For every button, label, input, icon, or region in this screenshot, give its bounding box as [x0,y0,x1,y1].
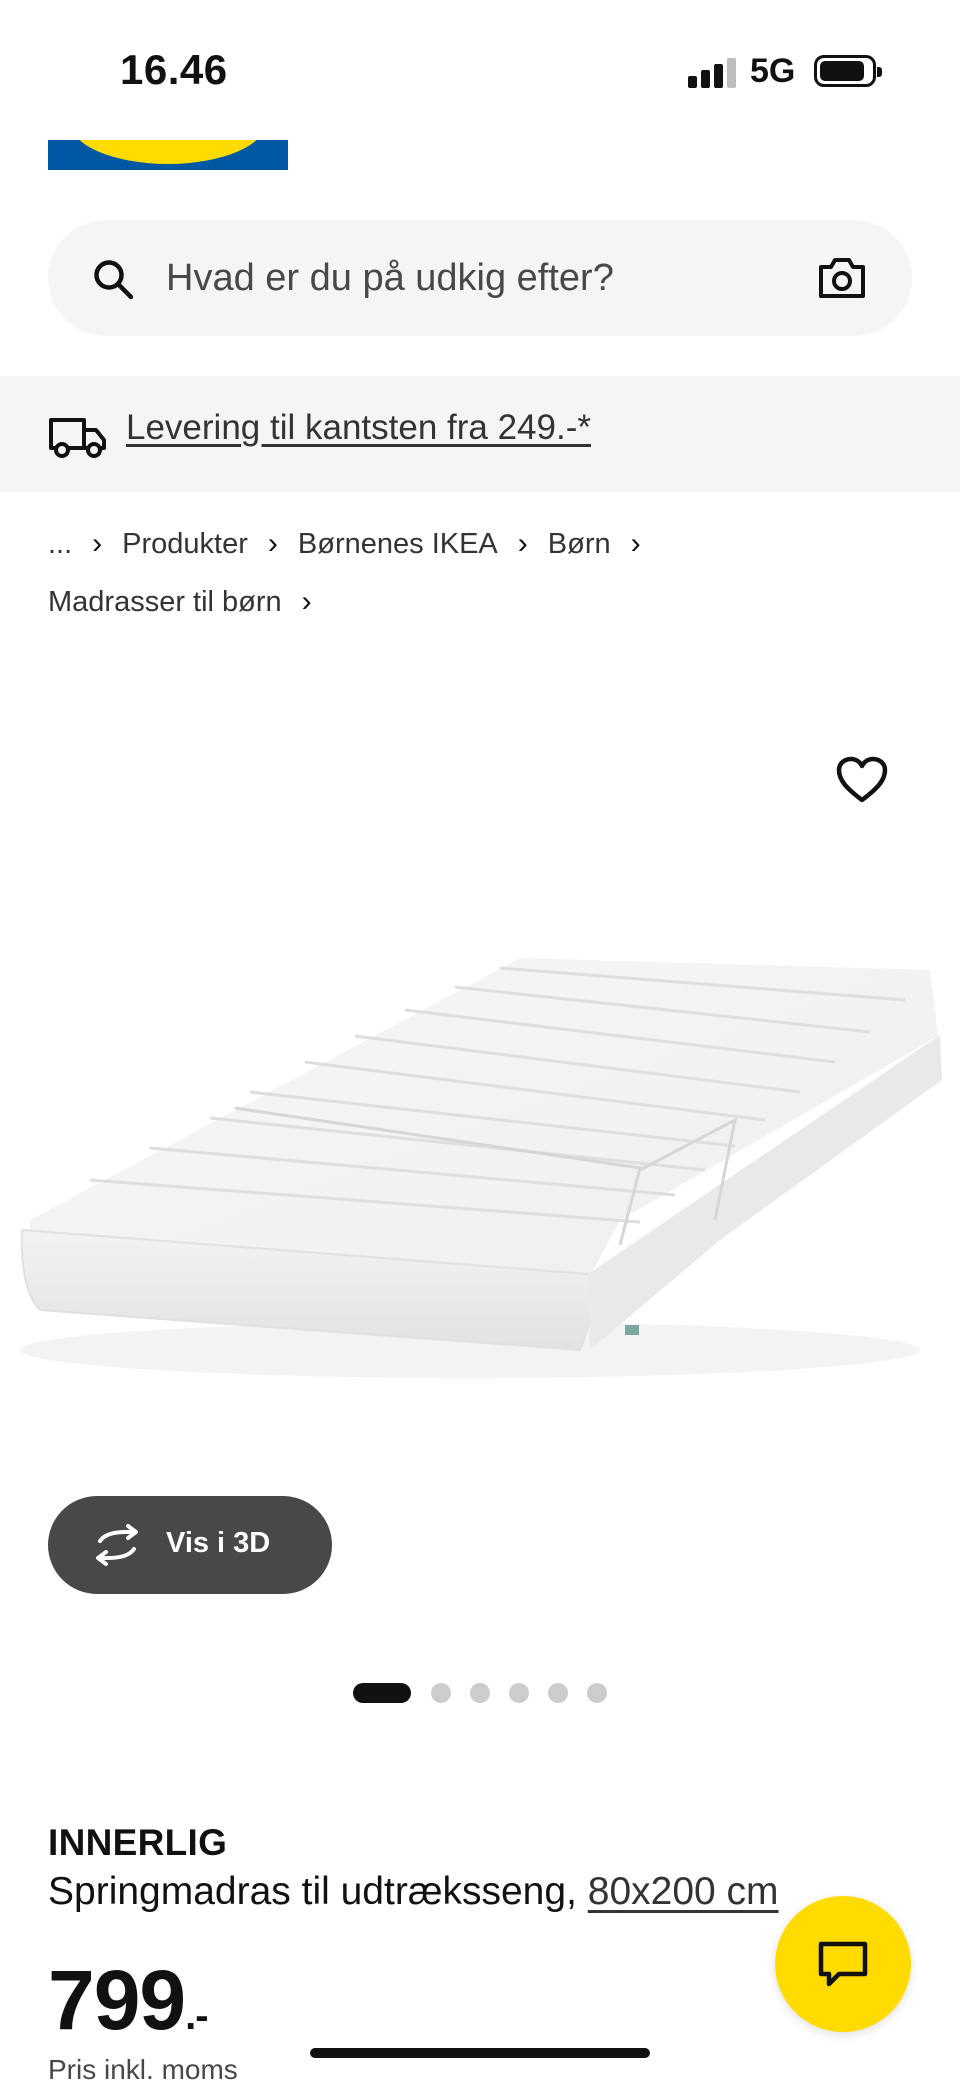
product-type: Springmadras til udtræksseng, [48,1870,577,1913]
breadcrumb-item-madrasser[interactable]: Madrasser til børn [48,586,282,619]
chevron-right-icon: › [267,527,278,560]
camera-icon[interactable] [818,256,866,300]
status-bar: 16.46 5G [0,0,960,140]
carousel-dot-1[interactable] [353,1683,411,1703]
breadcrumb-item-boern[interactable]: Børn [548,528,611,561]
carousel-dot-6[interactable] [587,1683,607,1703]
chevron-right-icon: › [301,585,312,618]
search-bar[interactable] [48,220,912,336]
carousel-dot-2[interactable] [431,1683,451,1703]
delivery-link[interactable]: Levering til kantsten fra 249.-* [126,408,591,448]
search-input[interactable] [166,244,806,312]
chevron-right-icon: › [517,527,528,560]
rotate-3d-icon [96,1524,138,1566]
breadcrumb-item-ellipsis[interactable]: ... [48,528,72,561]
carousel-dot-4[interactable] [509,1683,529,1703]
product-name: INNERLIG [48,1822,228,1863]
truck-icon [49,418,106,458]
status-time: 16.46 [120,46,228,93]
price-note: Pris inkl. moms [48,2054,238,2081]
product-description: Springmadras til udtræksseng, 80x200 cm [48,1870,779,1914]
home-indicator[interactable] [310,2048,650,2058]
battery-icon [814,55,882,87]
breadcrumb: ... › Produkter › Børnenes IKEA › Børn ›… [48,520,918,636]
delivery-banner: Levering til kantsten fra 249.-* [0,376,960,492]
breadcrumb-item-boernenes-ikea[interactable]: Børnenes IKEA [298,528,498,561]
breadcrumb-item-produkter[interactable]: Produkter [122,528,248,561]
chat-button[interactable] [775,1896,911,2032]
ikea-logo[interactable] [48,140,288,170]
chevron-right-icon: › [92,527,103,560]
price-suffix: .- [185,1994,208,2038]
carousel-dot-3[interactable] [470,1683,490,1703]
chat-icon [818,1941,868,1987]
view-in-3d-button[interactable]: Vis i 3D [48,1496,332,1594]
carousel-dot-5[interactable] [548,1683,568,1703]
product-size-link[interactable]: 80x200 cm [588,1870,779,1913]
price-amount: 799 [48,1953,186,2047]
network-label: 5G [750,52,796,90]
view-in-3d-label: Vis i 3D [166,1527,271,1559]
signal-icon [688,56,738,88]
chevron-right-icon: › [630,527,641,560]
search-icon[interactable] [92,258,134,300]
heart-icon[interactable] [836,756,888,804]
product-price: 799.- [48,1952,209,2049]
carousel-pagination [0,1682,960,1704]
product-image[interactable] [0,700,960,1510]
